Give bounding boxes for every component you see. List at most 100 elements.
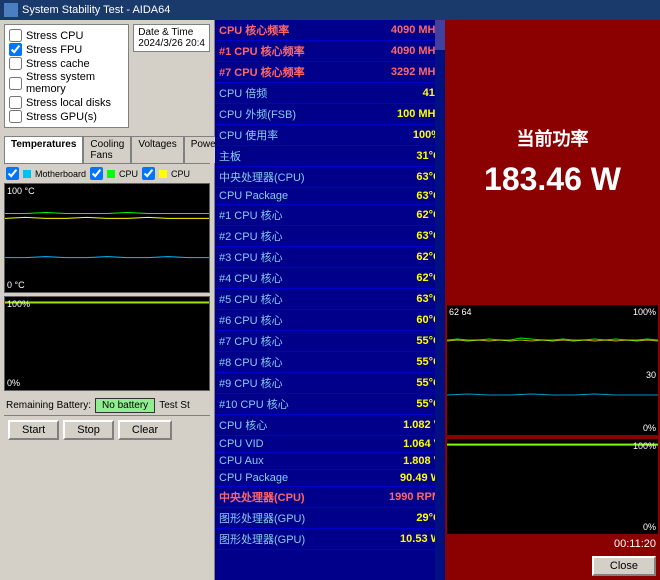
metric-value: 31°C (353, 146, 445, 167)
table-row: 中央处理器(CPU)1990 RPM (215, 487, 445, 508)
metric-label: CPU 外频(FSB) (215, 104, 353, 125)
close-button[interactable]: Close (592, 556, 656, 576)
metric-label: #8 CPU 核心 (215, 352, 353, 373)
power-display: 当前功率 183.46 W (445, 20, 660, 303)
stress-cpu-label: Stress CPU (26, 30, 83, 42)
metric-value: 55°C (353, 331, 445, 352)
stress-fpu-label: Stress FPU (26, 44, 82, 56)
stop-button[interactable]: Stop (63, 420, 114, 440)
datetime-label: Date & Time (138, 27, 205, 38)
stress-gpu-checkbox[interactable] (9, 110, 22, 123)
metric-label: 主板 (215, 146, 353, 167)
right-chart-tl-label: 62 64 (449, 307, 472, 317)
chart2-bottom-label: 0% (7, 378, 20, 388)
tab-voltages[interactable]: Voltages (131, 136, 183, 163)
table-row: #7 CPU 核心55°C (215, 331, 445, 352)
chart1-bottom-label: 0 °C (7, 280, 25, 290)
status-row: Remaining Battery: No battery Test St (4, 396, 210, 415)
stress-item-cache: Stress cache (9, 57, 124, 70)
table-row: CPU Aux1.808 V (215, 453, 445, 470)
app-icon (4, 3, 18, 17)
scrollbar[interactable] (435, 20, 445, 580)
datetime-value: 2024/3/26 20:4 (138, 38, 205, 49)
right-panel: 当前功率 183.46 W 100% 62 64 30 0% 100% (445, 20, 660, 580)
stress-gpu-label: Stress GPU(s) (26, 111, 97, 123)
stress-fpu-checkbox[interactable] (9, 43, 22, 56)
temp-chart: 100 °C 0 °C (4, 183, 210, 293)
table-row: CPU 使用率100% (215, 125, 445, 146)
stress-cpu-checkbox[interactable] (9, 29, 22, 42)
cb-motherboard[interactable] (6, 167, 19, 180)
stress-cache-checkbox[interactable] (9, 57, 22, 70)
cb-cpu1-color (107, 170, 115, 178)
tab-temperatures[interactable]: Temperatures (4, 136, 83, 163)
cb-cpu2-label: CPU (171, 169, 190, 179)
cb-motherboard-label: Motherboard (35, 169, 86, 179)
cb-cpu2-color (159, 170, 167, 178)
data-panel: CPU 核心频率4090 MHz#1 CPU 核心频率4090 MHz#7 CP… (215, 20, 445, 580)
metric-label: 中央处理器(CPU) (215, 487, 353, 508)
table-row: #7 CPU 核心频率3292 MHz (215, 62, 445, 83)
right-chart-bottom-br-label: 0% (643, 522, 656, 532)
metric-value: 29°C (353, 508, 445, 529)
stress-item-gpu: Stress GPU(s) (9, 110, 124, 123)
tab-cooling[interactable]: Cooling Fans (83, 136, 131, 163)
metric-value: 63°C (353, 188, 445, 205)
metric-label: #7 CPU 核心 (215, 331, 353, 352)
timer-display: 00:11:20 (445, 536, 660, 552)
metric-label: CPU Package (215, 470, 353, 487)
metric-value: 100% (353, 125, 445, 146)
metric-label: CPU 核心频率 (215, 20, 353, 41)
metric-value: 3292 MHz (353, 62, 445, 83)
metric-label: CPU Aux (215, 453, 353, 470)
stress-disks-label: Stress local disks (26, 97, 111, 109)
metric-value: 4090 MHz (353, 20, 445, 41)
cb-cpu2[interactable] (142, 167, 155, 180)
scrollbar-thumb[interactable] (435, 20, 445, 50)
metric-value: 4090 MHz (353, 41, 445, 62)
metric-label: CPU VID (215, 436, 353, 453)
stress-disks-checkbox[interactable] (9, 96, 22, 109)
start-button[interactable]: Start (8, 420, 59, 440)
power-value: 183.46 W (484, 161, 621, 198)
action-buttons: Start Stop Clear (4, 415, 210, 444)
table-row: 图形处理器(GPU)10.53 W (215, 529, 445, 550)
metric-value: 62°C (353, 247, 445, 268)
metric-label: CPU Package (215, 188, 353, 205)
table-row: #8 CPU 核心55°C (215, 352, 445, 373)
usage-chart: 100% 0% (4, 296, 210, 391)
metric-value: 55°C (353, 394, 445, 415)
table-row: CPU 倍频41x (215, 83, 445, 104)
metric-label: #10 CPU 核心 (215, 394, 353, 415)
table-row: CPU VID1.064 V (215, 436, 445, 453)
metric-label: 图形处理器(GPU) (215, 529, 353, 550)
table-row: #1 CPU 核心62°C (215, 205, 445, 226)
title-bar: System Stability Test - AIDA64 (0, 0, 660, 20)
metric-value: 90.49 W (353, 470, 445, 487)
metrics-table: CPU 核心频率4090 MHz#1 CPU 核心频率4090 MHz#7 CP… (215, 20, 445, 550)
cb-cpu1-label: CPU (119, 169, 138, 179)
stress-memory-checkbox[interactable] (9, 77, 22, 90)
cb-motherboard-color (23, 170, 31, 178)
right-chart-top: 100% 62 64 30 0% (447, 305, 658, 435)
battery-label: Remaining Battery: (6, 400, 91, 411)
metric-label: 中央处理器(CPU) (215, 167, 353, 188)
metric-value: 10.53 W (353, 529, 445, 550)
table-row: #2 CPU 核心63°C (215, 226, 445, 247)
chart1-top-label: 100 °C (7, 186, 35, 196)
metric-value: 55°C (353, 352, 445, 373)
metric-label: #1 CPU 核心 (215, 205, 353, 226)
cb-cpu1[interactable] (90, 167, 103, 180)
metric-label: #4 CPU 核心 (215, 268, 353, 289)
stress-memory-label: Stress system memory (26, 71, 124, 95)
stress-cache-label: Stress cache (26, 58, 90, 70)
metric-value: 41x (353, 83, 445, 104)
metric-label: #2 CPU 核心 (215, 226, 353, 247)
metric-label: CPU 倍频 (215, 83, 353, 104)
metric-label: #1 CPU 核心频率 (215, 41, 353, 62)
metric-label: #9 CPU 核心 (215, 373, 353, 394)
clear-button[interactable]: Clear (118, 420, 172, 440)
table-row: #10 CPU 核心55°C (215, 394, 445, 415)
table-row: #3 CPU 核心62°C (215, 247, 445, 268)
table-row: 主板31°C (215, 146, 445, 167)
